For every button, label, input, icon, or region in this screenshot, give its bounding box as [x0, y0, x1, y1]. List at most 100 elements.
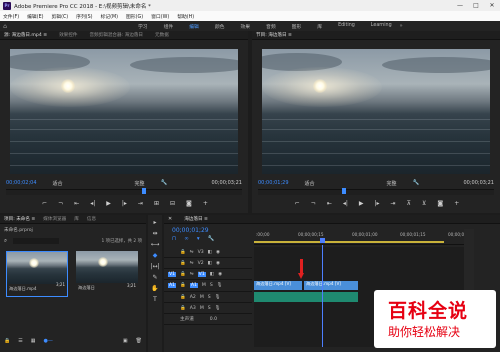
trash-icon[interactable]: 🗑: [136, 338, 142, 344]
tab-media-browser[interactable]: 媒体浏览器: [43, 216, 66, 222]
lock-icon[interactable]: 🔒: [180, 295, 186, 300]
workspace-audio[interactable]: 音频: [266, 23, 276, 30]
lock-icon[interactable]: 🔒: [180, 306, 186, 311]
add-button-icon[interactable]: +: [203, 200, 208, 207]
add-button-icon[interactable]: +: [454, 200, 459, 207]
lock-icon[interactable]: 🔒: [180, 261, 186, 266]
menu-marker[interactable]: 标记(M): [101, 13, 118, 20]
lock-icon[interactable]: 🔒: [180, 272, 186, 277]
new-item-icon[interactable]: ▣: [123, 338, 128, 344]
tab-metadata[interactable]: 元数据: [155, 32, 169, 38]
workspace-color[interactable]: 颜色: [215, 23, 225, 30]
menu-sequence[interactable]: 序列(S): [76, 13, 92, 20]
camera-icon[interactable]: ◙: [186, 200, 192, 207]
mark-out-icon[interactable]: ¬: [311, 200, 316, 207]
source-time-ruler[interactable]: [6, 188, 242, 195]
workspace-editing[interactable]: 编辑: [189, 23, 199, 30]
timeline-timecode[interactable]: 00;00;01;29: [172, 227, 209, 234]
timeline-settings-icon[interactable]: 🔧: [208, 236, 215, 242]
timeline-playhead-handle[interactable]: [320, 238, 325, 243]
home-icon[interactable]: ⌂: [0, 23, 10, 30]
go-to-out-icon[interactable]: ⇥: [138, 200, 143, 207]
icon-view-icon[interactable]: ▦: [31, 338, 36, 344]
step-back-icon[interactable]: ◂|: [343, 200, 348, 207]
tab-project[interactable]: 项目: 未命名 ≡: [4, 216, 35, 222]
sync-icon[interactable]: ⇋: [190, 250, 194, 255]
source-zoom-select[interactable]: 完整: [135, 180, 145, 187]
step-forward-icon[interactable]: |▸: [122, 200, 127, 207]
source-playhead[interactable]: [142, 188, 146, 194]
workspace-editing-en[interactable]: Editing: [338, 23, 355, 30]
workspace-graphics[interactable]: 图形: [292, 23, 302, 30]
source-video-frame[interactable]: [10, 49, 238, 174]
camera-icon[interactable]: ◙: [437, 200, 443, 207]
step-forward-icon[interactable]: |▸: [375, 200, 380, 207]
mic-icon[interactable]: 🎙: [215, 306, 221, 311]
pen-tool-icon[interactable]: ✎: [152, 274, 157, 281]
workspace-assembly[interactable]: 组件: [164, 23, 174, 30]
track-label[interactable]: V1: [197, 271, 206, 277]
mark-in-icon[interactable]: ⌐: [295, 200, 300, 207]
menu-file[interactable]: 文件(F): [3, 13, 19, 20]
list-view-icon[interactable]: ☰: [18, 338, 22, 344]
mute-button[interactable]: M: [202, 283, 206, 288]
menu-edit[interactable]: 编辑(E): [27, 13, 43, 20]
project-search-input[interactable]: [13, 238, 60, 244]
step-back-icon[interactable]: ◂|: [90, 200, 95, 207]
workspace-libraries[interactable]: 库: [317, 23, 322, 30]
razor-tool-icon[interactable]: ◆: [153, 252, 158, 259]
mute-button[interactable]: M: [200, 295, 204, 300]
sync-icon[interactable]: ⇋: [190, 272, 194, 277]
wrench-icon[interactable]: 🔧: [161, 180, 168, 186]
close-button[interactable]: ✕: [484, 0, 500, 11]
workspace-learning-en[interactable]: Learning: [371, 23, 392, 30]
wrench-icon[interactable]: 🔧: [413, 180, 420, 186]
menu-window[interactable]: 窗口(W): [151, 13, 169, 20]
snap-icon[interactable]: ⊓: [172, 236, 176, 242]
program-video-frame[interactable]: [262, 49, 490, 174]
program-zoom-select[interactable]: 完整: [387, 180, 397, 187]
mark-out-icon[interactable]: ¬: [58, 200, 63, 207]
play-icon[interactable]: ▶: [106, 200, 111, 207]
program-playhead[interactable]: [342, 188, 346, 194]
go-to-in-icon[interactable]: ⇤: [327, 200, 332, 207]
solo-button[interactable]: S: [210, 283, 213, 288]
master-volume-value[interactable]: 0.0: [210, 317, 217, 322]
solo-button[interactable]: S: [208, 306, 211, 311]
tab-sequence[interactable]: 海边落日 ≡: [184, 216, 208, 222]
project-item-sequence[interactable]: 海边落日 3;21: [76, 251, 138, 297]
mark-in-icon[interactable]: ⌐: [42, 200, 47, 207]
toggle-output-icon[interactable]: ◧: [208, 250, 212, 255]
mute-button[interactable]: M: [200, 306, 204, 311]
timeline-ruler[interactable]: :00;00 00;00;00;15 00;00;01;00 00;00;01;…: [254, 229, 471, 245]
program-time-ruler[interactable]: [258, 188, 494, 195]
program-timecode-current[interactable]: 00;00;01;29: [258, 180, 289, 186]
sync-icon[interactable]: ⇋: [190, 261, 194, 266]
source-fit-select[interactable]: 适合: [53, 180, 63, 187]
track-select-tool-icon[interactable]: ⇹: [152, 230, 157, 237]
menu-help[interactable]: 帮助(H): [177, 13, 194, 20]
video-clip[interactable]: 海边落日.mp4 [V]: [254, 281, 302, 290]
workspace-effects[interactable]: 效果: [240, 23, 250, 30]
tab-info[interactable]: 信息: [87, 216, 96, 222]
close-tab-icon[interactable]: ✕: [168, 216, 172, 222]
zoom-slider-icon[interactable]: ●—: [43, 338, 52, 344]
source-timecode-current[interactable]: 00;00;02;04: [6, 180, 37, 186]
go-to-in-icon[interactable]: ⇤: [74, 200, 79, 207]
tab-effect-controls[interactable]: 效果控件: [59, 32, 77, 38]
tab-audio-clip-mixer[interactable]: 音频剪辑混合器: 海边落日: [89, 32, 143, 38]
search-icon[interactable]: ⌕: [4, 238, 7, 245]
tab-program[interactable]: 节目: 海边落日 ≡: [256, 32, 292, 38]
menu-clip[interactable]: 剪辑(C): [51, 13, 68, 20]
more-workspaces-icon[interactable]: »: [400, 23, 403, 29]
toggle-output-icon[interactable]: ◧: [208, 261, 212, 266]
menu-graphics[interactable]: 图形(G): [126, 13, 143, 20]
tab-source[interactable]: 源: 海边落日.mp4 ≡: [4, 32, 47, 38]
source-patch-v1[interactable]: V1: [168, 271, 177, 277]
lift-icon[interactable]: ⊼: [407, 200, 411, 207]
maximize-button[interactable]: □: [468, 0, 484, 11]
project-item-clip[interactable]: 海边落日.mp4 3;21: [6, 251, 68, 297]
play-icon[interactable]: ▶: [359, 200, 364, 207]
program-fit-select[interactable]: 适合: [305, 180, 315, 187]
solo-button[interactable]: S: [208, 295, 211, 300]
